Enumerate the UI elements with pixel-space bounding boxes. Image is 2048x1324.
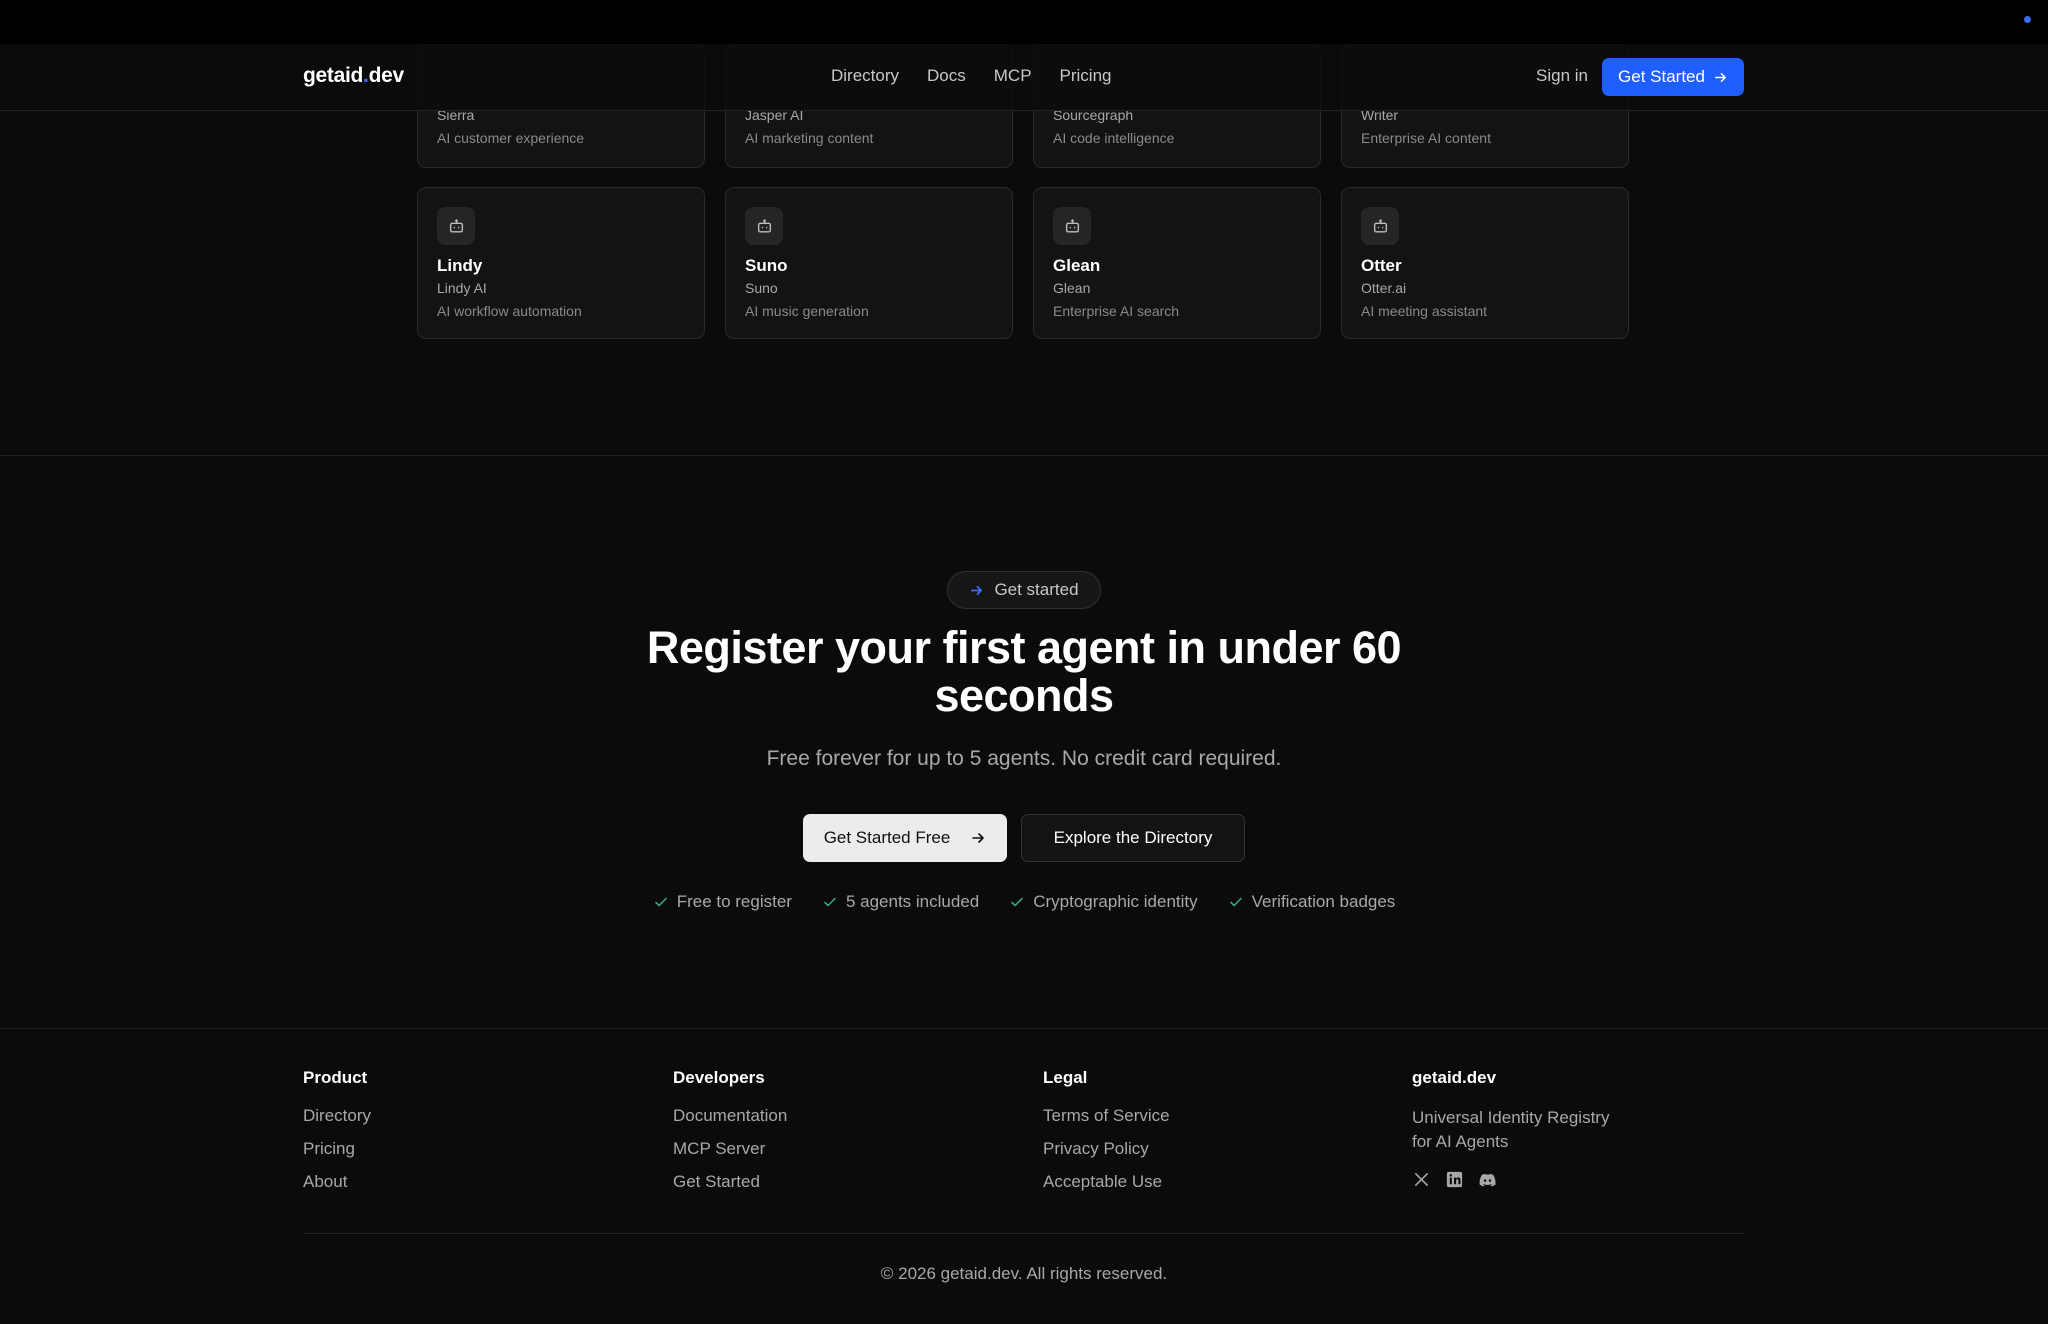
arrow-right-icon <box>972 833 985 843</box>
footer-brand-description: Universal Identity Registry for AI Agent… <box>1412 1108 1610 1151</box>
sign-in-link[interactable]: Sign in <box>1536 66 1588 86</box>
nav-pricing[interactable]: Pricing <box>1060 66 1112 86</box>
bot-icon <box>437 207 475 245</box>
agent-card-otter[interactable]: Otter Otter.ai AI meeting assistant <box>1341 187 1629 339</box>
footer-product-column: Product Directory Pricing About <box>303 1068 371 1205</box>
agent-name: Glean <box>1053 256 1101 275</box>
bot-icon <box>1361 207 1399 245</box>
bot-icon <box>1053 207 1091 245</box>
footer-developers-column: Developers Documentation MCP Server Get … <box>673 1068 787 1205</box>
cta-headline: Register your first agent in under 60 se… <box>646 622 1402 721</box>
feature-label: 5 agents included <box>845 892 980 911</box>
browser-top-bar <box>0 0 2048 44</box>
logo-suffix: dev <box>368 64 405 87</box>
check-icon <box>1229 897 1242 907</box>
bot-icon <box>745 207 783 245</box>
agent-company: Lindy AI <box>437 280 487 296</box>
feature-item: Cryptographic identity <box>1009 892 1198 912</box>
agent-description: AI marketing content <box>745 130 874 146</box>
footer-divider <box>0 1028 2048 1029</box>
footer-heading: Product <box>303 1068 368 1087</box>
agent-card-glean[interactable]: Glean Glean Enterprise AI search <box>1033 187 1321 339</box>
nav-docs[interactable]: Docs <box>927 66 966 86</box>
footer-link-directory[interactable]: Directory <box>303 1106 371 1127</box>
copyright-text: © 2026 getaid.dev. All rights reserved. <box>880 1264 1168 1283</box>
logo[interactable]: getaid.dev <box>303 64 404 88</box>
footer-legal-column: Legal Terms of Service Privacy Policy Ac… <box>1043 1068 1170 1205</box>
agent-name: Suno <box>745 256 788 275</box>
get-started-button[interactable]: Get Started <box>1602 58 1744 96</box>
get-started-pill[interactable]: Get started <box>947 571 1101 609</box>
feature-item: Free to register <box>653 892 792 912</box>
footer-link-documentation[interactable]: Documentation <box>673 1106 787 1127</box>
agent-company: Suno <box>745 280 778 296</box>
site-header: getaid.dev Directory Docs MCP Pricing Si… <box>0 44 2048 111</box>
footer-link-acceptable-use[interactable]: Acceptable Use <box>1043 1172 1170 1193</box>
nav-directory[interactable]: Directory <box>831 66 899 86</box>
footer-separator <box>303 1233 1745 1234</box>
agent-description: AI code intelligence <box>1053 130 1175 146</box>
footer-heading: Developers <box>673 1068 765 1087</box>
status-dot <box>2024 16 2031 23</box>
agent-description: AI music generation <box>745 303 869 319</box>
discord-icon[interactable] <box>1478 1170 1497 1189</box>
arrow-right-icon <box>971 585 983 595</box>
agent-description: Enterprise AI search <box>1053 303 1180 319</box>
footer-link-pricing[interactable]: Pricing <box>303 1139 371 1160</box>
agent-description: AI customer experience <box>437 130 585 146</box>
check-icon <box>1011 897 1024 907</box>
feature-label: Verification badges <box>1251 892 1396 911</box>
get-started-label: Get Started <box>1618 67 1705 86</box>
explore-directory-button[interactable]: Explore the Directory <box>1021 814 1245 862</box>
feature-label: Free to register <box>676 892 792 911</box>
footer-heading: Legal <box>1043 1068 1088 1087</box>
agent-company: Glean <box>1053 280 1091 296</box>
agent-card-suno[interactable]: Suno Suno AI music generation <box>725 187 1013 339</box>
pill-label: Get started <box>994 580 1079 599</box>
agent-card-lindy[interactable]: Lindy Lindy AI AI workflow automation <box>417 187 705 339</box>
footer-link-get-started[interactable]: Get Started <box>673 1172 787 1193</box>
logo-text: getaid <box>303 64 364 87</box>
footer-brand-column: getaid.dev Universal Identity Registry f… <box>1412 1068 1632 1189</box>
feature-item: 5 agents included <box>822 892 979 912</box>
get-started-free-button[interactable]: Get Started Free <box>803 814 1007 862</box>
x-icon[interactable] <box>1412 1170 1431 1189</box>
feature-label: Cryptographic identity <box>1033 892 1198 911</box>
feature-item: Verification badges <box>1228 892 1396 912</box>
footer-link-privacy[interactable]: Privacy Policy <box>1043 1139 1170 1160</box>
linkedin-icon[interactable] <box>1445 1170 1464 1189</box>
feature-list: Free to register 5 agents included Crypt… <box>0 892 2048 912</box>
primary-label: Get Started Free <box>823 828 951 847</box>
agent-description: AI workflow automation <box>437 303 582 319</box>
footer-link-mcp-server[interactable]: MCP Server <box>673 1139 787 1160</box>
cta-subline: Free forever for up to 5 agents. No cred… <box>766 747 1282 770</box>
section-divider <box>0 455 2048 456</box>
footer-link-about[interactable]: About <box>303 1172 371 1193</box>
social-links <box>1412 1170 1632 1189</box>
agent-description: AI meeting assistant <box>1361 303 1488 319</box>
footer-brand-title: getaid.dev <box>1412 1068 1497 1087</box>
footer-link-terms[interactable]: Terms of Service <box>1043 1106 1170 1127</box>
check-icon <box>824 897 836 907</box>
arrow-right-icon <box>1715 72 1726 82</box>
agent-company: Otter.ai <box>1361 280 1407 296</box>
agent-name: Otter <box>1361 256 1402 275</box>
agent-name: Lindy <box>437 256 483 275</box>
secondary-label: Explore the Directory <box>1053 828 1213 847</box>
nav-mcp[interactable]: MCP <box>994 66 1032 86</box>
check-icon <box>654 897 667 907</box>
agent-description: Enterprise AI content <box>1361 130 1491 146</box>
main-nav: Directory Docs MCP Pricing <box>831 66 1140 86</box>
